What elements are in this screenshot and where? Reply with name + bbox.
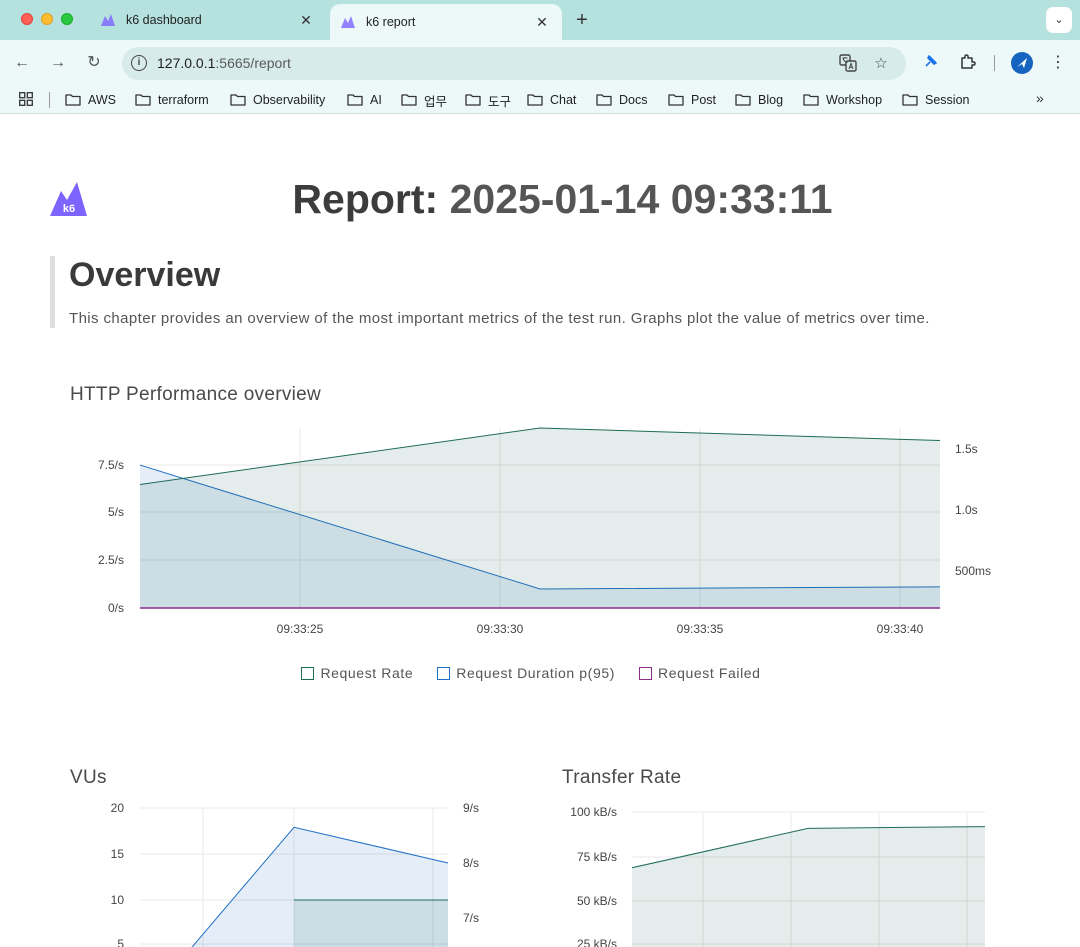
y-right-tick-label: 500ms bbox=[955, 564, 991, 578]
y-left-tick-label: 50 kB/s bbox=[577, 894, 617, 908]
y-left-tick-label: 25 kB/s bbox=[577, 937, 617, 947]
y-right-tick-label: 8/s bbox=[463, 856, 479, 870]
legend-label: Request Failed bbox=[657, 665, 761, 681]
charts-canvas: 0/s 2.5/s 5/s 7.5/s 500ms 1.0s 1.5s 09:33:25 09:… bbox=[98, 427, 991, 947]
y-right-tick-label: 9/s bbox=[463, 801, 479, 815]
y-right-tick-label: 7/s bbox=[463, 911, 479, 925]
y-left-tick-label: 20 bbox=[111, 801, 125, 815]
series-area-vus bbox=[294, 900, 448, 947]
y-left-tick-label: 5 bbox=[117, 937, 124, 947]
legend-item[interactable]: Request Rate bbox=[301, 665, 413, 681]
series-area-transfer-rate bbox=[632, 826, 985, 947]
legend-swatch bbox=[437, 666, 451, 680]
legend-label: Request Rate bbox=[320, 665, 414, 681]
x-tick-label: 09:33:30 bbox=[477, 622, 524, 636]
http-performance-legend: Request Rate Request Duration p(95) Reques… bbox=[0, 665, 1062, 681]
legend-item[interactable]: Request Duration p(95) bbox=[437, 665, 615, 681]
legend-label: Request Duration p(95) bbox=[456, 665, 615, 681]
x-tick-label: 09:33:40 bbox=[877, 622, 924, 636]
x-tick-label: 09:33:25 bbox=[277, 622, 324, 636]
y-left-tick-label: 0/s bbox=[108, 601, 124, 615]
y-left-tick-label: 75 kB/s bbox=[577, 850, 617, 864]
y-left-tick-label: 7.5/s bbox=[98, 458, 124, 472]
legend-swatch bbox=[638, 666, 652, 680]
y-right-tick-label: 1.5s bbox=[955, 442, 978, 456]
legend-item[interactable]: Request Failed bbox=[638, 665, 761, 681]
y-left-tick-label: 15 bbox=[111, 847, 125, 861]
y-left-tick-label: 5/s bbox=[108, 505, 124, 519]
y-left-tick-label: 2.5/s bbox=[98, 553, 124, 567]
x-tick-label: 09:33:35 bbox=[677, 622, 724, 636]
y-left-tick-label: 100 kB/s bbox=[570, 805, 617, 819]
y-right-tick-label: 1.0s bbox=[955, 503, 978, 517]
series-area-request-rate bbox=[140, 428, 940, 608]
y-left-tick-label: 10 bbox=[111, 893, 125, 907]
legend-swatch bbox=[301, 666, 315, 680]
